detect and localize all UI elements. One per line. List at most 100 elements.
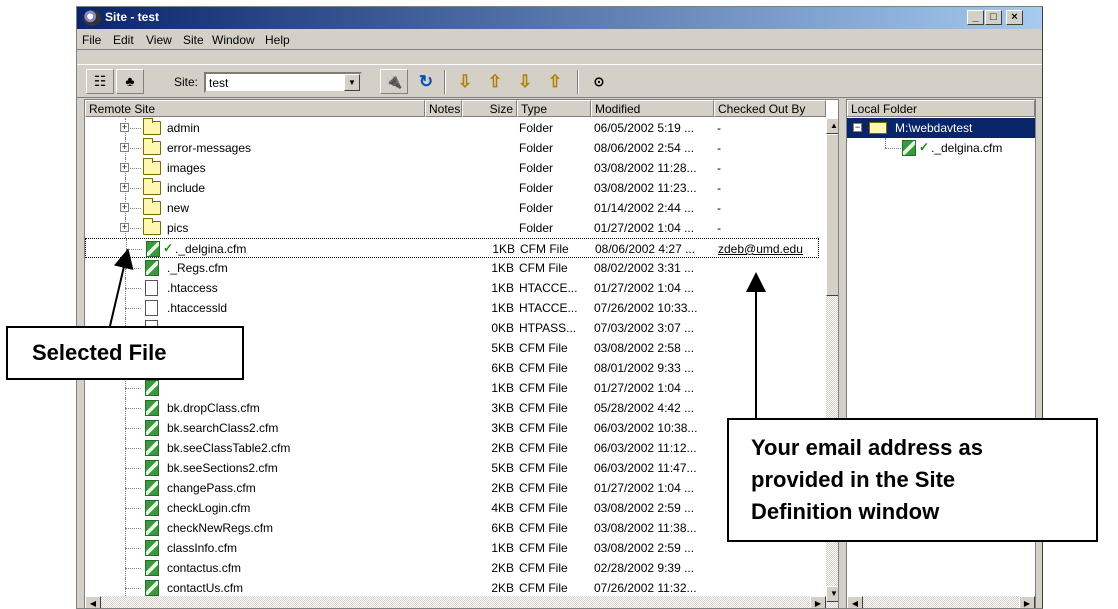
checked-out-check-icon: ✓ bbox=[919, 140, 930, 154]
site-select[interactable]: test ▼ bbox=[204, 72, 362, 93]
file-name: error-messages bbox=[167, 141, 252, 155]
check-out-icon[interactable]: ⇩ bbox=[514, 72, 536, 92]
site-files-view-button[interactable]: ☷ bbox=[86, 69, 114, 94]
folder-row[interactable]: + pics Folder 01/27/2002 1:04 ... - bbox=[85, 218, 819, 238]
folder-row[interactable]: + new Folder 01/14/2002 2:44 ... - bbox=[85, 198, 819, 218]
maximize-button[interactable]: □ bbox=[985, 10, 1002, 25]
expand-icon[interactable]: + bbox=[120, 123, 129, 132]
local-file-row[interactable]: ✓ ._delgina.cfm bbox=[847, 138, 1035, 158]
folder-row[interactable]: + images Folder 03/08/2002 11:28... - bbox=[85, 158, 819, 178]
scroll-thumb[interactable] bbox=[826, 134, 838, 296]
column-header-type[interactable]: Type bbox=[517, 100, 591, 117]
check-in-icon[interactable]: ⇧ bbox=[544, 72, 566, 92]
file-type: Folder bbox=[519, 181, 554, 195]
file-row[interactable]: bk.dropClass.cfm 3KB CFM File 05/28/2002 4:… bbox=[85, 398, 819, 418]
file-row[interactable]: bk.seeSections2.cfm 5KB CFM File 06/03/2002… bbox=[85, 458, 819, 478]
file-size: 2KB bbox=[491, 581, 514, 595]
local-horizontal-scrollbar[interactable]: ◀ ▶ bbox=[847, 596, 1035, 608]
collapse-icon[interactable]: − bbox=[853, 123, 862, 132]
file-row[interactable]: classInfo.cfm 1KB CFM File 03/08/2002 2:59 … bbox=[85, 538, 819, 558]
menu-site[interactable]: Site bbox=[183, 33, 204, 47]
file-row[interactable]: 1KB CFM File 01/27/2002 1:04 ... bbox=[85, 378, 819, 398]
menu-window[interactable]: Window bbox=[212, 33, 255, 47]
folder-row[interactable]: + admin Folder 06/05/2002 5:19 ... - bbox=[85, 118, 819, 138]
scroll-right-arrow-icon[interactable]: ▶ bbox=[810, 596, 826, 608]
file-modified: 07/26/2002 11:32... bbox=[594, 581, 697, 595]
file-name: pics bbox=[167, 221, 189, 235]
file-type: CFM File bbox=[519, 421, 568, 435]
scroll-up-arrow-icon[interactable]: ▲ bbox=[826, 118, 838, 134]
file-row[interactable]: changePass.cfm 2KB CFM File 01/27/2002 1:04… bbox=[85, 478, 819, 498]
file-row[interactable]: .htaccessld 1KB HTACCE... 07/26/2002 10:33.… bbox=[85, 298, 819, 318]
file-size: 1KB bbox=[492, 242, 515, 256]
callout-line: Your email address as bbox=[751, 435, 983, 460]
cfm-file-icon bbox=[145, 560, 159, 576]
column-header-notes[interactable]: Notes bbox=[425, 100, 462, 117]
menu-help[interactable]: Help bbox=[265, 33, 290, 47]
close-button[interactable]: × bbox=[1006, 10, 1023, 25]
file-row[interactable]: contactus.cfm 2KB CFM File 02/28/2002 9:39 … bbox=[85, 558, 819, 578]
file-row[interactable]: checkNewRegs.cfm 6KB CFM File 03/08/2002 11… bbox=[85, 518, 819, 538]
minimize-button[interactable]: _ bbox=[967, 10, 984, 25]
cfm-file-icon bbox=[902, 140, 916, 156]
folder-icon bbox=[143, 138, 161, 155]
file-size: 1KB bbox=[491, 381, 514, 395]
file-modified: 05/28/2002 4:42 ... bbox=[594, 401, 695, 415]
file-row[interactable]: contactUs.cfm 2KB CFM File 07/26/2002 11:32… bbox=[85, 578, 819, 598]
site-map-view-button[interactable]: ♣ bbox=[116, 69, 144, 94]
column-header-modified[interactable]: Modified bbox=[591, 100, 714, 117]
menu-edit[interactable]: Edit bbox=[113, 33, 134, 47]
file-modified: 01/27/2002 1:04 ... bbox=[594, 221, 695, 235]
file-modified: 01/27/2002 1:04 ... bbox=[594, 281, 695, 295]
expand-icon[interactable]: + bbox=[120, 223, 129, 232]
file-type: CFM File bbox=[519, 481, 568, 495]
expand-icon[interactable]: + bbox=[120, 183, 129, 192]
file-row[interactable]: ✓ ._delgina.cfm 1KB CFM File 08/06/2002 4:27… bbox=[85, 238, 819, 259]
file-size: 1KB bbox=[491, 541, 514, 555]
menu-view[interactable]: View bbox=[146, 33, 172, 47]
folder-row[interactable]: + include Folder 03/08/2002 11:23... - bbox=[85, 178, 819, 198]
file-name: bk.dropClass.cfm bbox=[167, 401, 260, 415]
expand-icon[interactable]: + bbox=[120, 203, 129, 212]
file-name: checkNewRegs.cfm bbox=[167, 521, 274, 535]
connect-button[interactable]: 🔌 bbox=[380, 69, 408, 94]
local-root-row[interactable]: − M:\webdavtest bbox=[847, 118, 1035, 138]
folder-row[interactable]: + error-messages Folder 08/06/2002 2:54 ...… bbox=[85, 138, 819, 158]
column-header-checked-out-by[interactable]: Checked Out By bbox=[714, 100, 826, 117]
file-name: ._delgina.cfm bbox=[175, 242, 247, 256]
file-row[interactable]: bk.searchClass2.cfm 3KB CFM File 06/03/2002… bbox=[85, 418, 819, 438]
file-type: CFM File bbox=[519, 581, 568, 595]
chevron-down-icon[interactable]: ▼ bbox=[344, 74, 360, 91]
file-row[interactable]: ._Regs.cfm 1KB CFM File 08/02/2002 3:31 ... bbox=[85, 258, 819, 278]
folder-icon bbox=[143, 118, 161, 135]
file-type: CFM File bbox=[519, 501, 568, 515]
horizontal-scrollbar[interactable]: ◀ ▶ bbox=[85, 596, 826, 608]
callout-line: Definition window bbox=[751, 499, 940, 524]
put-arrow-up-icon[interactable]: ⇧ bbox=[484, 72, 506, 92]
expand-icon[interactable]: + bbox=[120, 163, 129, 172]
refresh-icon[interactable]: ↻ bbox=[415, 72, 437, 92]
toolbar-separator bbox=[577, 70, 579, 94]
file-row[interactable]: .htaccess 1KB HTACCE... 01/27/2002 1:04 ... bbox=[85, 278, 819, 298]
column-header-local-folder[interactable]: Local Folder bbox=[847, 100, 1035, 117]
get-arrow-down-icon[interactable]: ⇩ bbox=[454, 72, 476, 92]
menu-file[interactable]: File bbox=[82, 33, 101, 47]
scroll-left-arrow-icon[interactable]: ◀ bbox=[85, 596, 101, 608]
checked-out-by: - bbox=[717, 201, 721, 215]
file-modified: 08/02/2002 3:31 ... bbox=[594, 261, 695, 275]
scroll-down-arrow-icon[interactable]: ▼ bbox=[826, 586, 838, 602]
file-size: 2KB bbox=[491, 441, 514, 455]
scroll-right-arrow-icon[interactable]: ▶ bbox=[1019, 596, 1035, 608]
file-row[interactable]: checkLogin.cfm 4KB CFM File 03/08/2002 2:59… bbox=[85, 498, 819, 518]
scroll-left-arrow-icon[interactable]: ◀ bbox=[847, 596, 863, 608]
file-row[interactable]: bk.seeClassTable2.cfm 2KB CFM File 06/03/20… bbox=[85, 438, 819, 458]
column-header-remote-site[interactable]: Remote Site bbox=[85, 100, 425, 117]
file-type: HTPASS... bbox=[519, 321, 577, 335]
file-type: CFM File bbox=[519, 401, 568, 415]
help-icon[interactable]: ⊙ bbox=[588, 72, 610, 92]
file-modified: 02/28/2002 9:39 ... bbox=[594, 561, 695, 575]
file-type: CFM File bbox=[519, 441, 568, 455]
column-header-size[interactable]: Size bbox=[462, 100, 517, 117]
open-folder-icon bbox=[869, 122, 887, 134]
expand-icon[interactable]: + bbox=[120, 143, 129, 152]
